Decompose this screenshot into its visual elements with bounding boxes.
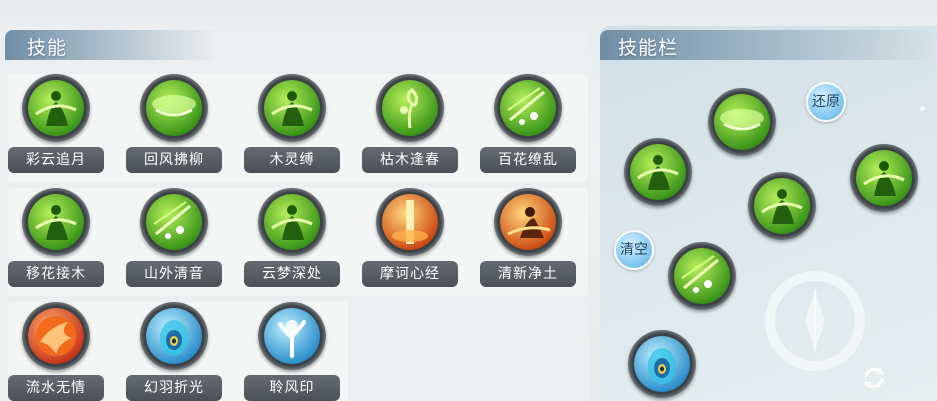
skill-item[interactable]: 云梦深处 — [244, 188, 362, 300]
skill-item[interactable]: 摩诃心经 — [362, 188, 480, 300]
orange-light-pillar-icon — [382, 194, 438, 250]
skill-label: 枯木逢春 — [362, 147, 458, 173]
slot-ring — [850, 144, 918, 212]
skill-icon-ring — [376, 74, 444, 142]
skill-icon-ring — [22, 74, 90, 142]
skill-icon-ring — [140, 74, 208, 142]
skill-label: 流水无情 — [8, 375, 104, 401]
skill-item[interactable]: 幻羽折光 — [126, 302, 244, 401]
green-petals-icon — [674, 248, 730, 304]
skill-item[interactable]: 枯木逢春 — [362, 74, 480, 186]
orange-figure-icon — [500, 194, 556, 250]
skill-item[interactable]: 山外清音 — [126, 188, 244, 300]
skill-label: 幻羽折光 — [126, 375, 222, 401]
skill-icon-ring — [376, 188, 444, 256]
skill-icon-ring — [494, 74, 562, 142]
skill-label: 山外清音 — [126, 261, 222, 287]
skill-item[interactable]: 移花接木 — [8, 188, 126, 300]
peacock-feather-icon — [634, 336, 690, 392]
clear-button[interactable]: 清空 — [614, 230, 654, 270]
skill-label: 回风拂柳 — [126, 147, 222, 173]
skills-panel-title: 技能 — [27, 37, 68, 59]
green-dancer-icon — [630, 144, 686, 200]
green-wind-slash-icon — [714, 94, 770, 150]
decor-dot — [920, 106, 925, 111]
attack-button[interactable] — [765, 271, 865, 371]
skill-bar-slot[interactable] — [850, 144, 918, 212]
skill-item[interactable]: 百花缭乱 — [480, 74, 598, 186]
skill-icon-ring — [22, 188, 90, 256]
skill-item[interactable]: 流水无情 — [8, 302, 126, 401]
skills-panel-header: 技能 — [5, 30, 215, 60]
green-music-burst-icon — [146, 194, 202, 250]
skills-panel: 技能 彩云追月 回风拂柳 木灵缚 枯木逢春 百花缭乱移花接木 山外清音 云梦深处 摩诃心经 清新… — [0, 26, 590, 401]
skill-bar-slot[interactable] — [628, 330, 696, 398]
slot-ring — [628, 330, 696, 398]
green-sprout-icon — [382, 80, 438, 136]
skill-bar-slot[interactable] — [668, 242, 736, 310]
skill-item[interactable]: 清新净土 — [480, 188, 598, 300]
green-dash-icon — [264, 194, 320, 250]
slot-ring — [668, 242, 736, 310]
skill-label: 云梦深处 — [244, 261, 340, 287]
slot-ring — [708, 88, 776, 156]
skill-item[interactable]: 彩云追月 — [8, 74, 126, 186]
skill-bar-title: 技能栏 — [618, 37, 679, 59]
peacock-feather-icon — [146, 308, 202, 364]
skill-label: 聆风印 — [244, 375, 340, 401]
skill-label: 清新净土 — [480, 261, 576, 287]
green-figure-bind-icon — [264, 80, 320, 136]
slot-ring — [748, 172, 816, 240]
skill-label: 移花接木 — [8, 261, 104, 287]
skill-bar-slot[interactable] — [748, 172, 816, 240]
skill-label: 彩云追月 — [8, 147, 104, 173]
skill-icon-ring — [258, 74, 326, 142]
green-dancer-icon — [28, 80, 84, 136]
slot-ring — [624, 138, 692, 206]
skill-icon-ring — [258, 188, 326, 256]
skill-item[interactable]: 回风拂柳 — [126, 74, 244, 186]
green-petals-icon — [500, 80, 556, 136]
skill-icon-ring — [258, 302, 326, 370]
skill-icon-ring — [22, 302, 90, 370]
sword-icon — [805, 289, 825, 351]
skill-item[interactable]: 聆风印 — [244, 302, 362, 401]
skill-item[interactable]: 木灵缚 — [244, 74, 362, 186]
green-wind-slash-icon — [146, 80, 202, 136]
skill-bar-header: 技能栏 — [600, 30, 937, 60]
skill-bar-slot[interactable] — [624, 138, 692, 206]
green-figure-bind-icon — [856, 150, 912, 206]
skill-label: 木灵缚 — [244, 147, 340, 173]
restore-button[interactable]: 还原 — [806, 82, 846, 122]
green-dash-icon — [754, 178, 810, 234]
skill-icon-ring — [494, 188, 562, 256]
skill-label: 摩诃心经 — [362, 261, 458, 287]
skill-icon-ring — [140, 302, 208, 370]
skill-bar-panel: 技能栏 还原 清空 — [600, 26, 937, 401]
blue-tree-icon — [264, 308, 320, 364]
skill-bar-slot[interactable] — [708, 88, 776, 156]
skill-icon-ring — [140, 188, 208, 256]
red-flame-orb-icon — [28, 308, 84, 364]
refresh-icon[interactable] — [858, 362, 890, 394]
skill-label: 百花缭乱 — [480, 147, 576, 173]
green-leap-icon — [28, 194, 84, 250]
